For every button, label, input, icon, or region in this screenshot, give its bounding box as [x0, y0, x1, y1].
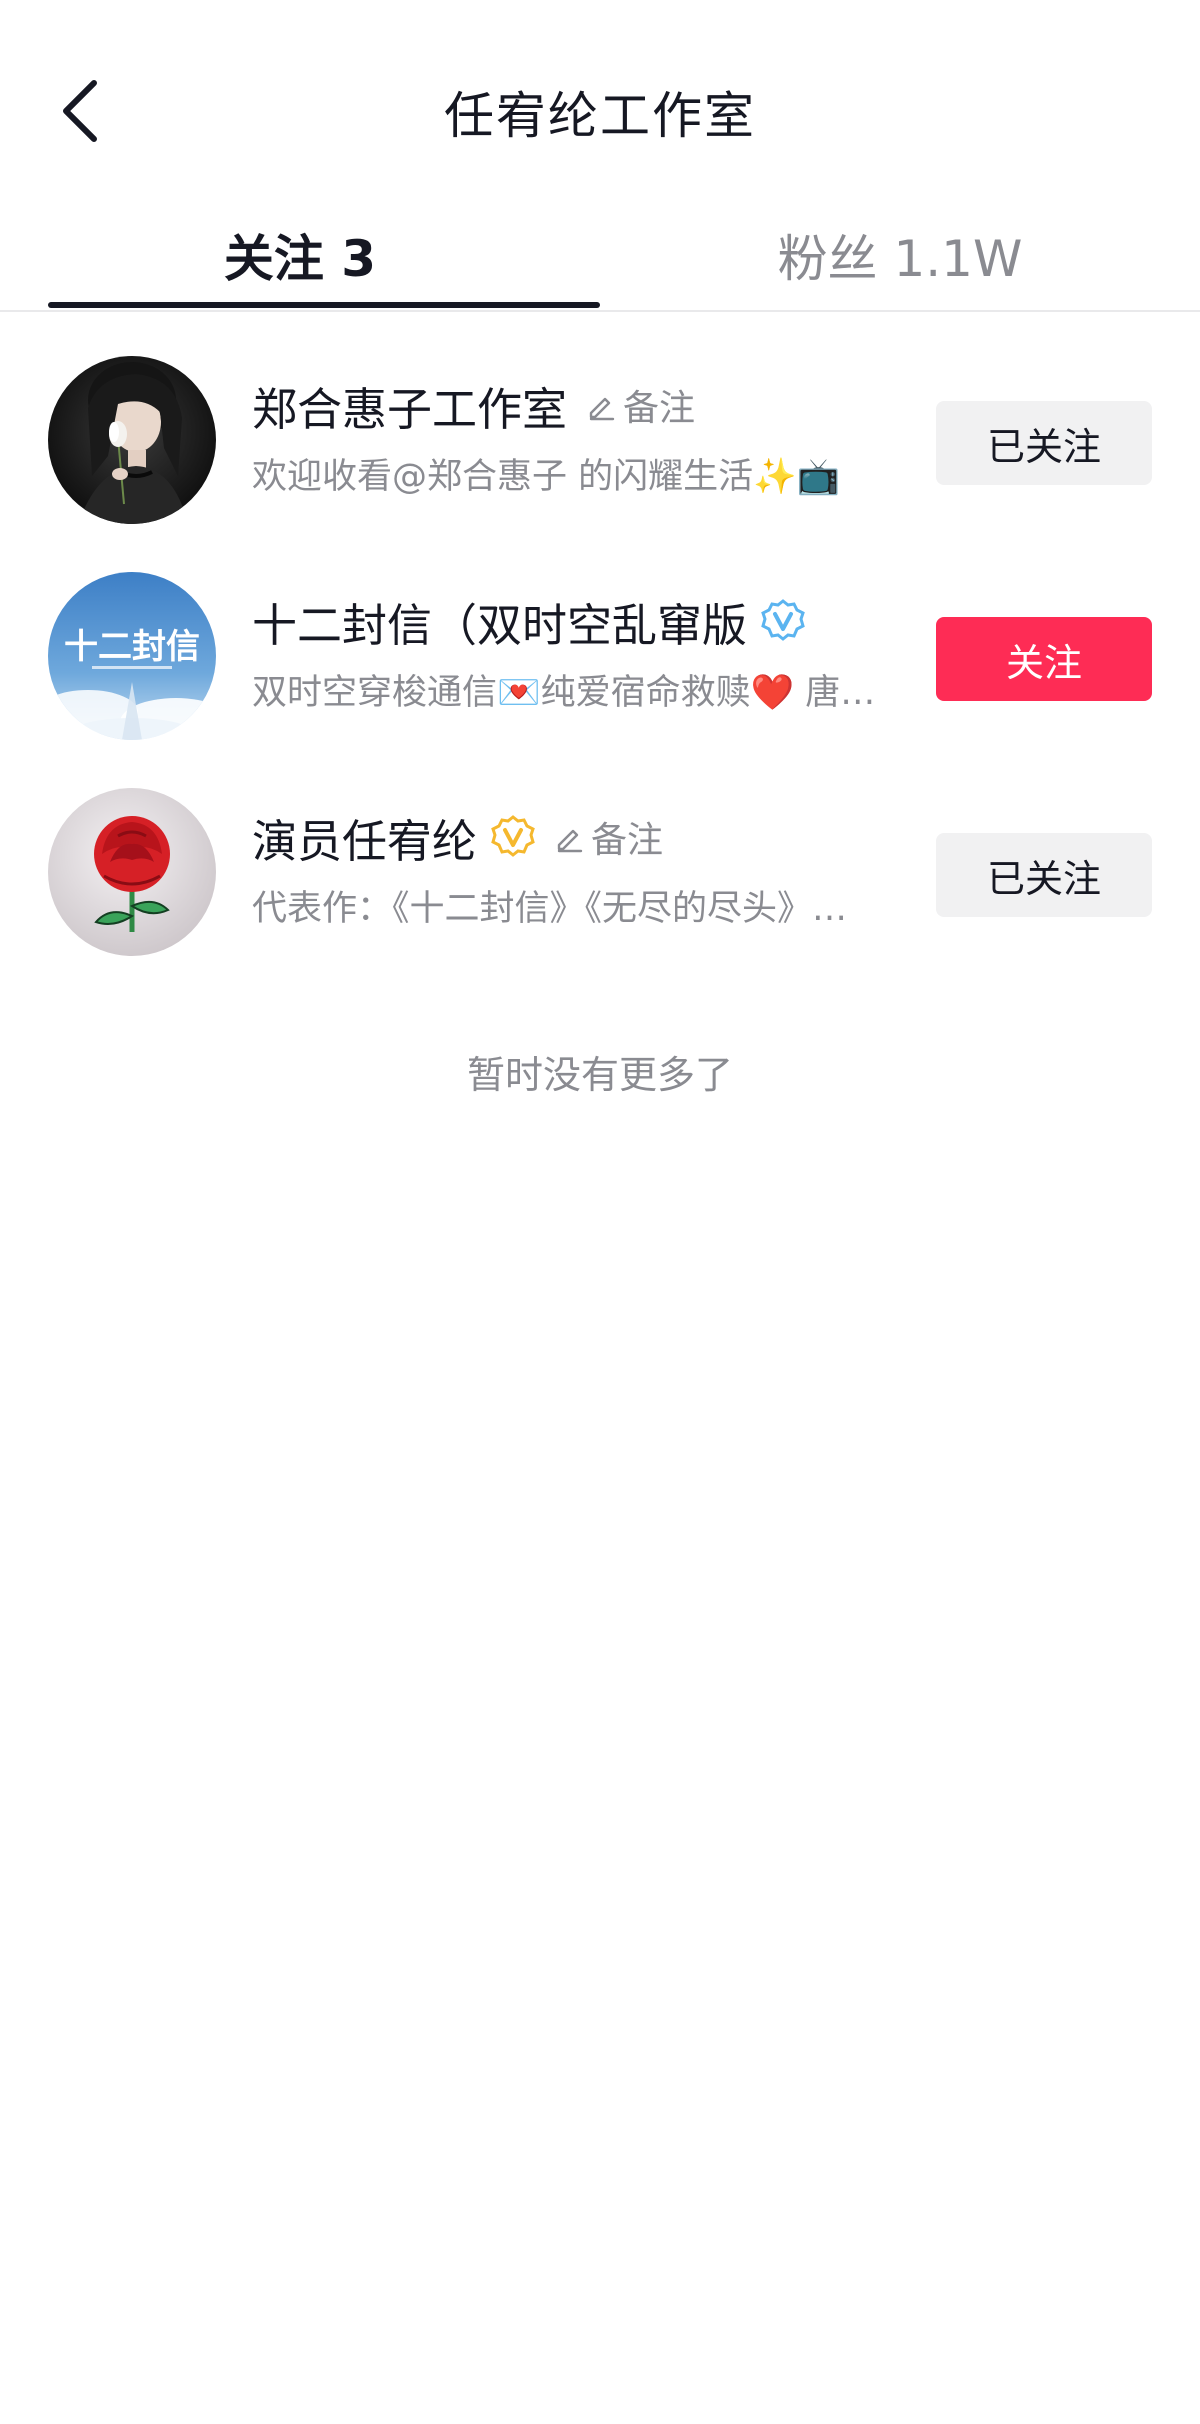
page-title: 任宥纶工作室	[444, 87, 756, 145]
following-list: 郑合惠子工作室 备注 欢迎收看@郑合惠子 的闪耀生活✨📺 已关注 十二封信 十二…	[0, 356, 1200, 1004]
remark-button[interactable]: 备注	[553, 811, 663, 863]
user-name: 郑合惠子工作室	[252, 382, 568, 436]
user-description: 双时空穿梭通信💌纯爱宿命救赎❤️ 唐…	[252, 673, 876, 713]
avatar-image	[48, 356, 216, 524]
user-description: 代表作：《十二封信》《无尽的尽头》…	[252, 889, 848, 929]
pencil-icon	[589, 397, 615, 421]
remark-button[interactable]: 备注	[585, 379, 695, 431]
active-tab-indicator	[48, 302, 600, 308]
avatar[interactable]: 十二封信	[48, 572, 216, 740]
avatar[interactable]	[48, 788, 216, 956]
tabs-divider	[0, 310, 1200, 312]
user-info[interactable]: 演员任宥纶 备注 代表作：《十二封信》《无尽的尽头》…	[252, 806, 892, 931]
tab-bar: 关注 3 粉丝 1.1W	[0, 200, 1200, 310]
list-item[interactable]: 十二封信 十二封信（双时空乱窜版 双时空穿梭通信💌纯爱宿命救赎❤️ 唐… 关注	[0, 572, 1200, 788]
user-name: 演员任宥纶	[252, 814, 478, 868]
avatar-image: 十二封信	[48, 572, 216, 740]
followed-button[interactable]: 已关注	[936, 833, 1152, 917]
remark-label: 备注	[591, 820, 664, 861]
gold-verified-icon	[491, 815, 535, 859]
avatar-text: 十二封信	[64, 627, 200, 667]
followed-button[interactable]: 已关注	[936, 401, 1152, 485]
user-info[interactable]: 郑合惠子工作室 备注 欢迎收看@郑合惠子 的闪耀生活✨📺	[252, 374, 892, 499]
header: 任宥纶工作室	[0, 0, 1200, 220]
avatar[interactable]	[48, 356, 216, 524]
follow-button[interactable]: 关注	[936, 617, 1152, 701]
tab-fans[interactable]: 粉丝 1.1W	[600, 200, 1200, 310]
list-item[interactable]: 演员任宥纶 备注 代表作：《十二封信》《无尽的尽头》… 已关注	[0, 788, 1200, 1004]
remark-label: 备注	[623, 388, 696, 429]
avatar-image	[48, 788, 216, 956]
blue-verified-icon	[761, 599, 805, 643]
tab-following[interactable]: 关注 3	[0, 200, 600, 310]
pencil-icon	[557, 829, 583, 853]
user-description: 欢迎收看@郑合惠子 的闪耀生活✨📺	[252, 457, 841, 497]
no-more-text: 暂时没有更多了	[466, 1053, 733, 1097]
user-info[interactable]: 十二封信（双时空乱窜版 双时空穿梭通信💌纯爱宿命救赎❤️ 唐…	[252, 590, 892, 715]
user-name: 十二封信（双时空乱窜版	[252, 598, 748, 652]
list-item[interactable]: 郑合惠子工作室 备注 欢迎收看@郑合惠子 的闪耀生活✨📺 已关注	[0, 356, 1200, 572]
